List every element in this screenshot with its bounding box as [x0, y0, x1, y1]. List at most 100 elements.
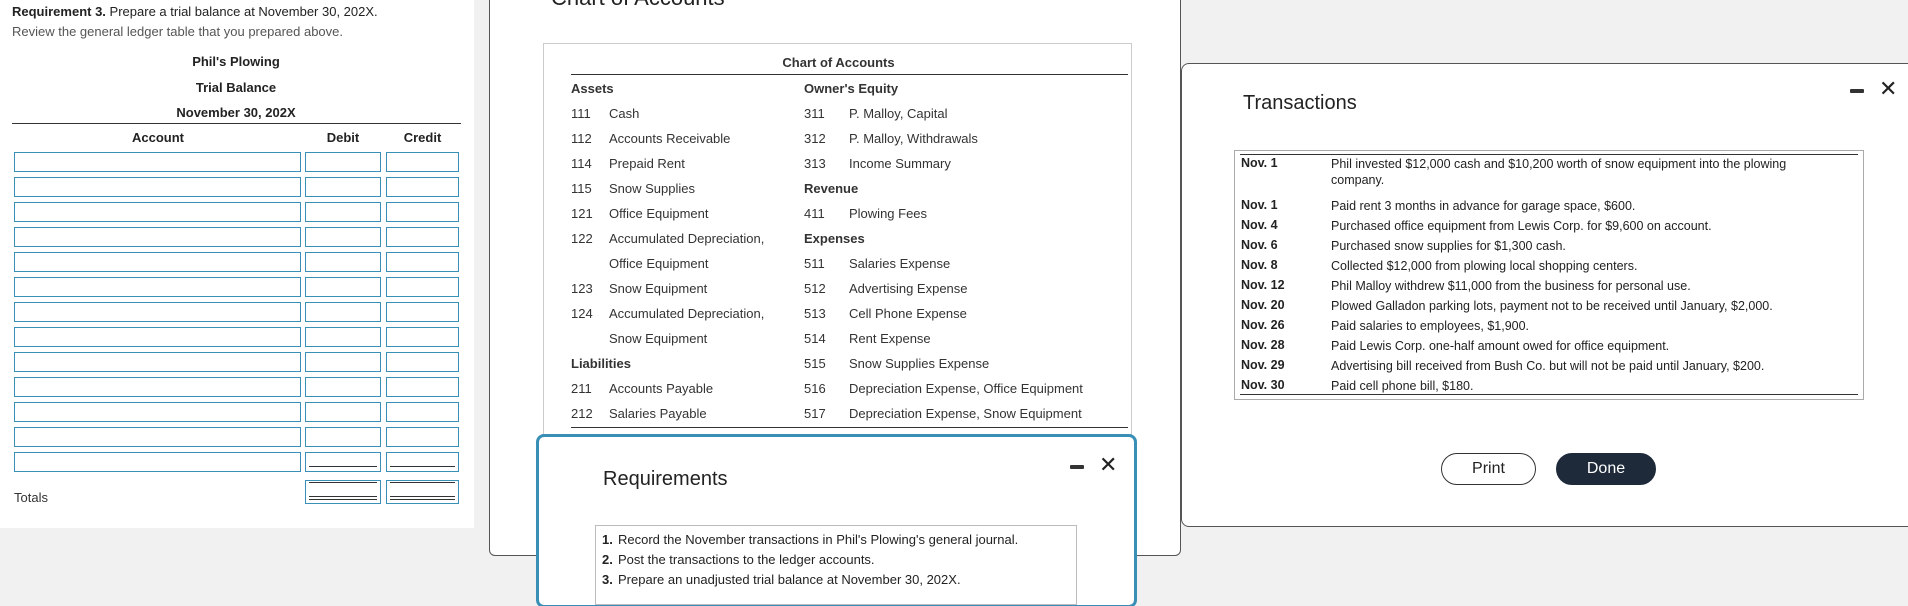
account-number: 513 [804, 306, 826, 321]
chart-of-accounts-window-title: Chart of Accounts [551, 0, 725, 11]
credit-field[interactable] [386, 277, 459, 297]
total-rule [390, 466, 455, 467]
debit-field[interactable] [305, 427, 381, 447]
debit-field[interactable] [305, 452, 381, 472]
transaction-date: Nov. 20 [1241, 298, 1285, 312]
debit-field[interactable] [305, 277, 381, 297]
expenses-heading: Expenses [804, 231, 865, 246]
account-number: 122 [571, 231, 593, 246]
account-field[interactable] [14, 302, 301, 322]
minimize-icon[interactable] [1070, 465, 1084, 469]
assets-heading: Assets [571, 81, 614, 96]
account-number: 512 [804, 281, 826, 296]
credit-field[interactable] [386, 352, 459, 372]
account-field[interactable] [14, 377, 301, 397]
debit-field[interactable] [305, 402, 381, 422]
account-field[interactable] [14, 177, 301, 197]
requirement-number: 1. [602, 532, 613, 547]
total-rule [309, 466, 377, 467]
account-field[interactable] [14, 402, 301, 422]
account-name: Salaries Payable [609, 406, 707, 421]
account-name: Income Summary [849, 156, 951, 171]
credit-field[interactable] [386, 202, 459, 222]
account-number: 111 [571, 106, 591, 121]
requirement-item: Prepare an unadjusted trial balance at N… [618, 572, 961, 587]
debit-field[interactable] [305, 227, 381, 247]
account-field[interactable] [14, 427, 301, 447]
header-rule [12, 123, 461, 124]
account-name: Accounts Receivable [609, 131, 731, 146]
owners-equity-heading: Owner's Equity [804, 81, 899, 96]
close-icon[interactable]: ✕ [1879, 78, 1897, 100]
transaction-description: Purchased office equipment from Lewis Co… [1331, 219, 1712, 233]
transactions-top-rule [1240, 154, 1858, 155]
requirement-item: Record the November transactions in Phil… [618, 532, 1019, 547]
account-name: Salaries Expense [849, 256, 951, 271]
transaction-description: Paid salaries to employees, $1,900. [1331, 319, 1530, 333]
account-field[interactable] [14, 277, 301, 297]
account-field[interactable] [14, 152, 301, 172]
transaction-description: Collected $12,000 from plowing local sho… [1331, 259, 1638, 273]
credit-field[interactable] [386, 252, 459, 272]
total-credit-field[interactable] [386, 480, 459, 504]
minimize-icon[interactable] [1850, 89, 1864, 93]
done-button[interactable]: Done [1556, 453, 1656, 485]
account-field[interactable] [14, 452, 301, 472]
debit-field[interactable] [305, 202, 381, 222]
account-name: Accounts Payable [609, 381, 714, 396]
debit-field[interactable] [305, 377, 381, 397]
account-name: P. Malloy, Capital [849, 106, 948, 121]
account-number: 121 [571, 206, 593, 221]
account-number: 123 [571, 281, 593, 296]
account-field[interactable] [14, 202, 301, 222]
account-number: 517 [804, 406, 826, 421]
account-name: Snow Supplies [609, 181, 695, 196]
debit-field[interactable] [305, 302, 381, 322]
chart-of-accounts-title: Chart of Accounts [782, 55, 895, 70]
account-number: 514 [804, 331, 826, 346]
account-name: Depreciation Expense, Office Equipment [849, 381, 1083, 396]
account-field[interactable] [14, 252, 301, 272]
totals-label: Totals [14, 490, 48, 505]
transaction-description: Purchased snow supplies for $1,300 cash. [1331, 239, 1566, 253]
transaction-date: Nov. 29 [1241, 358, 1285, 372]
credit-field[interactable] [386, 452, 459, 472]
debit-field[interactable] [305, 177, 381, 197]
account-field[interactable] [14, 352, 301, 372]
account-field[interactable] [14, 327, 301, 347]
transaction-date: Nov. 30 [1241, 378, 1285, 392]
credit-field[interactable] [386, 327, 459, 347]
transaction-date: Nov. 6 [1241, 238, 1278, 252]
credit-field[interactable] [386, 152, 459, 172]
coa-bottom-rule [571, 427, 1128, 428]
credit-field[interactable] [386, 377, 459, 397]
transaction-date: Nov. 26 [1241, 318, 1285, 332]
close-icon[interactable]: ✕ [1099, 454, 1117, 476]
credit-field[interactable] [386, 177, 459, 197]
transaction-date: Nov. 8 [1241, 258, 1278, 272]
account-name: Office Equipment [609, 256, 709, 271]
account-number: 211 [571, 381, 592, 396]
chart-of-accounts-table: Chart of Accounts Assets Owner's Equity … [543, 43, 1132, 435]
debit-field[interactable] [305, 327, 381, 347]
credit-field[interactable] [386, 302, 459, 322]
account-name: Snow Equipment [609, 281, 708, 296]
company-name: Phil's Plowing [192, 54, 280, 69]
credit-field[interactable] [386, 427, 459, 447]
print-button[interactable]: Print [1441, 453, 1536, 485]
column-header-account: Account [132, 130, 184, 145]
debit-field[interactable] [305, 352, 381, 372]
trial-balance-panel: Requirement 3. Prepare a trial balance a… [0, 0, 474, 528]
total-debit-field[interactable] [305, 480, 381, 504]
debit-field[interactable] [305, 152, 381, 172]
account-name: Snow Supplies Expense [849, 356, 990, 371]
account-number: 516 [804, 381, 826, 396]
debit-field[interactable] [305, 252, 381, 272]
account-name: Rent Expense [849, 331, 931, 346]
transaction-date: Nov. 12 [1241, 278, 1285, 292]
account-name: Snow Equipment [609, 331, 708, 346]
credit-field[interactable] [386, 402, 459, 422]
credit-field[interactable] [386, 227, 459, 247]
column-header-credit: Credit [403, 130, 442, 145]
account-field[interactable] [14, 227, 301, 247]
